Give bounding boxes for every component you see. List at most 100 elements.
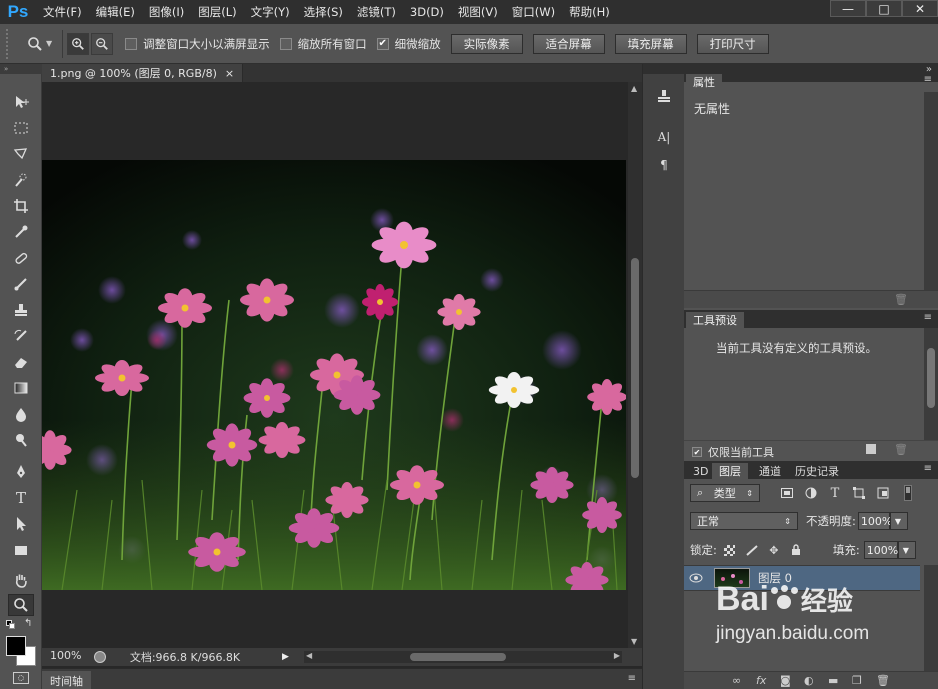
trash-icon[interactable]: 🗑 [894, 443, 908, 456]
horizontal-scrollbar[interactable]: ◀ ▶ [304, 651, 622, 663]
menu-edit[interactable]: 编辑(E) [89, 0, 142, 24]
actual-pixels-button[interactable]: 实际像素 [450, 33, 523, 54]
close-button[interactable]: ✕ [902, 0, 938, 17]
zoom-tool-preset-icon[interactable] [24, 33, 46, 55]
history-brush-tool-icon[interactable] [8, 325, 34, 347]
fit-screen-button[interactable]: 适合屏幕 [532, 33, 605, 54]
trash-icon[interactable]: 🗑 [876, 674, 900, 687]
menu-select[interactable]: 选择(S) [297, 0, 350, 24]
gradient-tool-icon[interactable] [8, 377, 34, 399]
maximize-button[interactable]: □ [866, 0, 902, 17]
vertical-scrollbar[interactable]: ▲ ▼ [628, 82, 642, 648]
menu-help[interactable]: 帮助(H) [562, 0, 617, 24]
character-panel-icon[interactable]: A| [651, 126, 677, 148]
swap-colors-icon[interactable]: ↰ [24, 618, 32, 629]
lock-all-icon[interactable] [787, 542, 805, 558]
new-layer-icon[interactable]: ❐ [852, 674, 876, 687]
filter-pixel-icon[interactable] [778, 485, 796, 501]
resize-windows-checkbox[interactable]: 调整窗口大小以满屏显示 [125, 36, 270, 52]
blend-mode-select[interactable]: 正常 ⇕ [690, 512, 798, 530]
path-selection-tool-icon[interactable] [8, 513, 34, 535]
filter-smart-object-icon[interactable] [874, 485, 892, 501]
trash-icon[interactable]: 🗑 [894, 293, 908, 306]
new-group-icon[interactable]: ▬ [828, 674, 852, 687]
new-preset-icon[interactable] [866, 444, 876, 454]
menu-view[interactable]: 视图(V) [451, 0, 505, 24]
tool-presets-panel-icon[interactable] [651, 84, 677, 106]
panel-menu-icon[interactable]: ≡ [924, 74, 932, 85]
tab-channels[interactable]: 通道 [752, 463, 788, 479]
lock-transparent-pixels-icon[interactable] [721, 542, 739, 558]
filter-adjustment-icon[interactable] [802, 485, 820, 501]
eyedropper-tool-icon[interactable] [8, 221, 34, 243]
tab-properties[interactable]: 属性 [686, 74, 722, 90]
zoom-in-button[interactable] [67, 32, 90, 55]
menu-type[interactable]: 文字(Y) [244, 0, 297, 24]
print-size-button[interactable]: 打印尺寸 [696, 33, 769, 54]
scroll-right-icon[interactable]: ▶ [614, 651, 620, 660]
status-menu-arrow-icon[interactable]: ▶ [282, 652, 289, 662]
document-tab[interactable]: 1.png @ 100% (图层 0, RGB/8) × [42, 64, 244, 82]
marquee-tool-icon[interactable] [8, 117, 34, 139]
tab-history[interactable]: 历史记录 [788, 463, 846, 479]
lock-image-pixels-icon[interactable] [743, 542, 761, 558]
fill-input[interactable]: 100% [863, 541, 898, 559]
zoom-out-button[interactable] [91, 32, 114, 55]
eraser-tool-icon[interactable] [8, 351, 34, 373]
add-mask-icon[interactable]: ◙ [780, 674, 804, 687]
menu-3d[interactable]: 3D(D) [403, 0, 451, 24]
lasso-tool-icon[interactable] [8, 143, 34, 165]
blur-tool-icon[interactable] [8, 403, 34, 425]
quick-select-tool-icon[interactable] [8, 169, 34, 191]
scroll-down-icon[interactable]: ▼ [631, 637, 637, 646]
link-layers-icon[interactable]: ∞ [732, 674, 756, 687]
filter-toggle-switch[interactable] [904, 485, 912, 501]
chevron-down-icon[interactable]: ▼ [46, 39, 52, 48]
tool-presets-scrollbar[interactable] [924, 328, 938, 440]
zoom-all-windows-checkbox[interactable]: 缩放所有窗口 [279, 36, 367, 52]
checkbox-box[interactable] [279, 37, 292, 50]
panel-menu-icon[interactable]: ≡ [628, 673, 636, 684]
zoom-tool-icon[interactable] [8, 594, 34, 616]
fill-screen-button[interactable]: 填充屏幕 [614, 33, 687, 54]
clone-stamp-tool-icon[interactable] [8, 299, 34, 321]
document-image[interactable] [42, 160, 626, 590]
tab-tool-presets[interactable]: 工具预设 [686, 312, 744, 328]
opacity-dropdown-icon[interactable]: ▼ [889, 512, 908, 530]
opacity-input[interactable]: 100% [857, 512, 892, 530]
checkmark-icon[interactable]: ✔ [692, 447, 702, 457]
quick-mask-icon[interactable] [13, 672, 29, 684]
panel-menu-icon[interactable]: ≡ [924, 312, 932, 323]
canvas-background[interactable] [42, 82, 628, 648]
scroll-left-icon[interactable]: ◀ [306, 651, 312, 660]
checkmark-icon[interactable]: ✔ [376, 37, 389, 50]
menu-image[interactable]: 图像(I) [142, 0, 191, 24]
layers-scrollbar[interactable] [924, 565, 938, 671]
scroll-up-icon[interactable]: ▲ [631, 84, 637, 93]
crop-tool-icon[interactable] [8, 195, 34, 217]
layer-style-icon[interactable]: fx [756, 674, 780, 687]
menu-file[interactable]: 文件(F) [36, 0, 89, 24]
options-grip[interactable] [6, 28, 14, 59]
status-info-icon[interactable] [90, 651, 110, 663]
eye-icon[interactable] [684, 573, 708, 583]
vertical-scroll-thumb[interactable] [631, 258, 639, 478]
dodge-tool-icon[interactable] [8, 429, 34, 451]
close-tab-icon[interactable]: × [225, 67, 234, 80]
minimize-button[interactable]: — [830, 0, 866, 17]
move-tool-icon[interactable] [8, 91, 34, 113]
foreground-color-swatch[interactable] [6, 636, 26, 656]
horizontal-scroll-thumb[interactable] [410, 653, 506, 661]
toolbar-collapse-icon[interactable]: » [0, 64, 42, 74]
menu-layer[interactable]: 图层(L) [191, 0, 243, 24]
timeline-tab[interactable]: 时间轴 [42, 671, 91, 689]
adjustment-layer-icon[interactable]: ◐ [804, 674, 828, 687]
menu-window[interactable]: 窗口(W) [505, 0, 562, 24]
filter-type-icon[interactable]: T [826, 485, 844, 501]
lock-position-icon[interactable]: ✥ [765, 542, 783, 558]
panel-menu-icon[interactable]: ≡ [924, 463, 932, 474]
tab-layers[interactable]: 图层 [712, 463, 748, 479]
pen-tool-icon[interactable] [8, 461, 34, 483]
fill-dropdown-icon[interactable]: ▼ [897, 541, 916, 559]
hand-tool-icon[interactable] [8, 569, 34, 591]
